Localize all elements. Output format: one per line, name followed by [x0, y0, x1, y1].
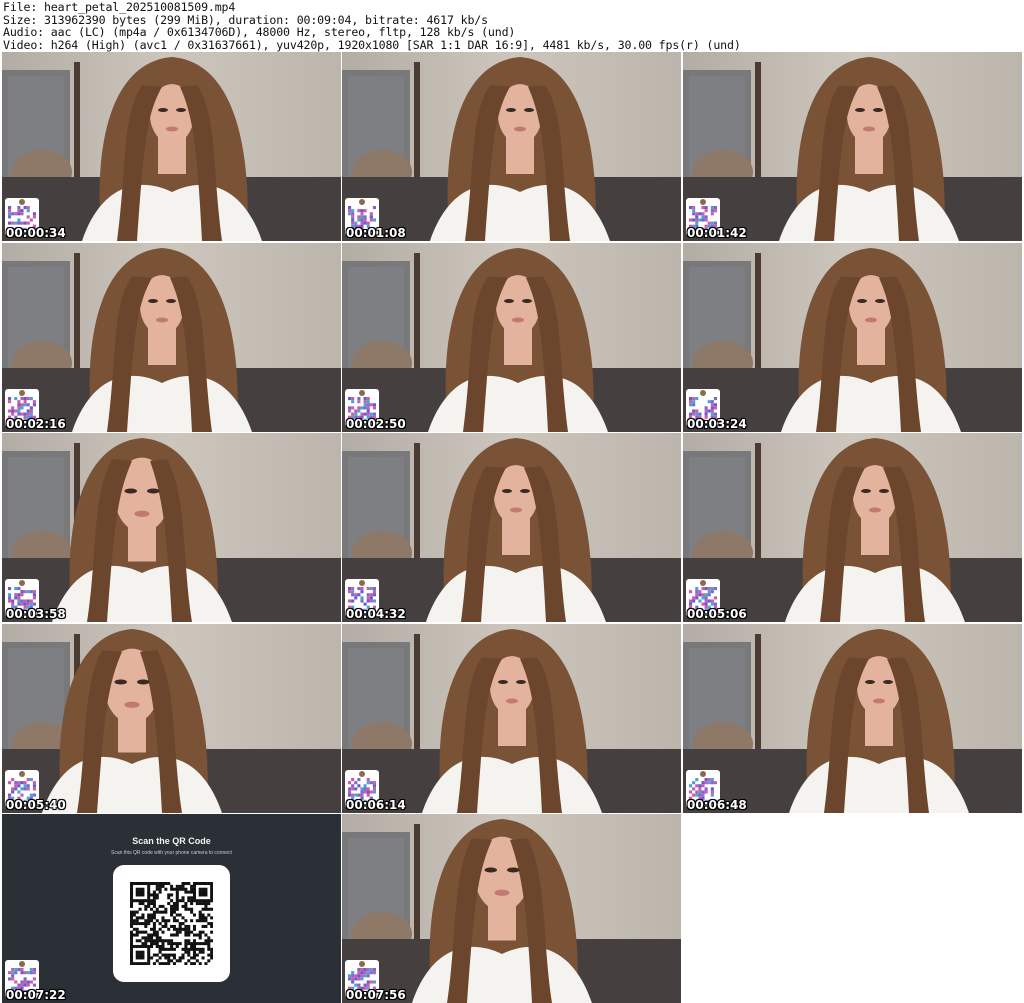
timestamp-label: 00:01:08	[346, 226, 406, 240]
video-frame-image	[683, 624, 1022, 813]
video-frame-image	[342, 624, 681, 813]
thumbnail-frame: 00:05:40	[2, 624, 341, 813]
timestamp-label: 00:04:32	[346, 607, 406, 621]
timestamp-label: 00:03:24	[687, 417, 747, 431]
thumbnail-frame: 00:01:42	[683, 52, 1022, 241]
file-name-line: File: heart_petal_202510081509.mp4	[3, 0, 236, 14]
qr-code-card	[113, 865, 230, 982]
thumbnail-grid: 00:00:34 00:01:08 00:01:42 00:02:16 00:0…	[0, 52, 1024, 1003]
timestamp-label: 00:06:48	[687, 798, 747, 812]
thumbnail-frame: 00:06:14	[342, 624, 681, 813]
video-frame-image	[683, 433, 1022, 622]
thumbnail-frame: 00:03:24	[683, 243, 1022, 432]
timestamp-label: 00:05:06	[687, 607, 747, 621]
qr-code-icon	[130, 882, 213, 965]
timestamp-label: 00:01:42	[687, 226, 747, 240]
video-frame-image	[683, 243, 1022, 432]
thumbnail-frame: 00:03:58	[2, 433, 341, 622]
timestamp-label: 00:03:58	[6, 607, 66, 621]
video-frame-image	[342, 433, 681, 622]
video-frame-image	[2, 52, 341, 241]
thumbnail-frame: 00:01:08	[342, 52, 681, 241]
timestamp-label: 00:05:40	[6, 798, 66, 812]
timestamp-label: 00:02:50	[346, 417, 406, 431]
file-info-header: File: heart_petal_202510081509.mp4 Size:…	[3, 1, 1021, 51]
timestamp-label: 00:06:14	[346, 798, 406, 812]
thumbnail-frame: 00:05:06	[683, 433, 1022, 622]
video-frame-image	[2, 624, 341, 813]
video-frame-image	[2, 243, 341, 432]
qr-screen-subtitle: Scan this QR code with your phone camera…	[111, 850, 232, 856]
qr-screen-panel: Scan the QR Code Scan this QR code with y…	[2, 814, 341, 1003]
thumbnail-frame: 00:02:50	[342, 243, 681, 432]
timestamp-label: 00:07:22	[6, 988, 66, 1002]
timestamp-label: 00:00:34	[6, 226, 66, 240]
thumbnail-frame: 00:06:48	[683, 624, 1022, 813]
video-frame-image	[342, 52, 681, 241]
thumbnail-frame: 00:07:56	[342, 814, 681, 1003]
qr-screen-title: Scan the QR Code	[132, 836, 211, 846]
video-frame-image	[342, 243, 681, 432]
timestamp-label: 00:02:16	[6, 417, 66, 431]
thumbnail-qr-screen: Scan the QR Code Scan this QR code with y…	[2, 814, 341, 1003]
video-frame-image	[2, 433, 341, 622]
thumbnail-frame: 00:00:34	[2, 52, 341, 241]
video-frame-image	[683, 52, 1022, 241]
audio-line: Audio: aac (LC) (mp4a / 0x6134706D), 480…	[3, 25, 516, 40]
thumbnail-frame: 00:04:32	[342, 433, 681, 622]
video-frame-image	[342, 814, 681, 1003]
timestamp-label: 00:07:56	[346, 988, 406, 1002]
video-line: Video: h264 (High) (avc1 / 0x31637661), …	[3, 37, 741, 52]
thumbnail-frame: 00:02:16	[2, 243, 341, 432]
